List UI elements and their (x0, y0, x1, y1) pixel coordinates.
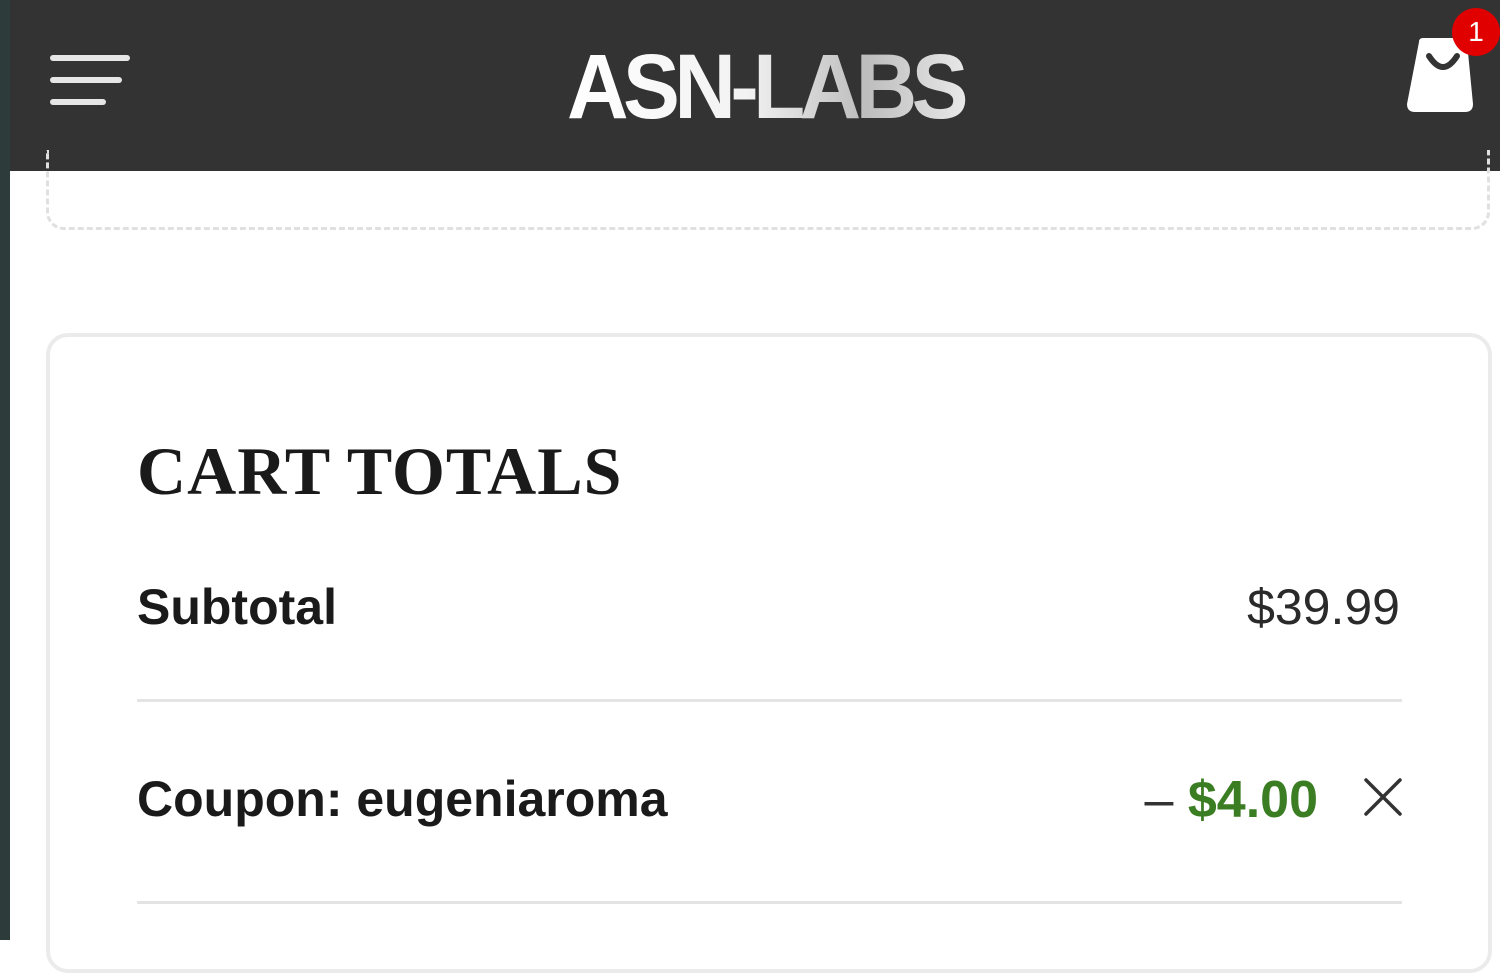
logo-text: ASN-LABS (567, 38, 965, 128)
cart-totals-title: CART TOTALS (137, 433, 623, 509)
row-divider (137, 699, 1402, 702)
subtotal-label: Subtotal (137, 579, 337, 635)
coupon-label: Coupon: eugeniaroma (137, 771, 668, 827)
coupon-discount-amount: – $4.00 (1144, 770, 1318, 830)
subtotal-value: $39.99 (1247, 579, 1400, 635)
coupon-section-box (46, 150, 1490, 230)
cart-totals-card (46, 333, 1492, 973)
row-divider (137, 901, 1402, 904)
coupon-dash: – (1144, 771, 1174, 829)
close-icon[interactable] (1362, 776, 1404, 818)
hamburger-menu-icon[interactable] (50, 50, 130, 110)
site-logo[interactable]: ASN-LABS (560, 38, 970, 128)
coupon-discount-value: $4.00 (1187, 771, 1318, 829)
left-edge-strip (0, 0, 10, 940)
cart-count-badge: 1 (1452, 8, 1500, 56)
